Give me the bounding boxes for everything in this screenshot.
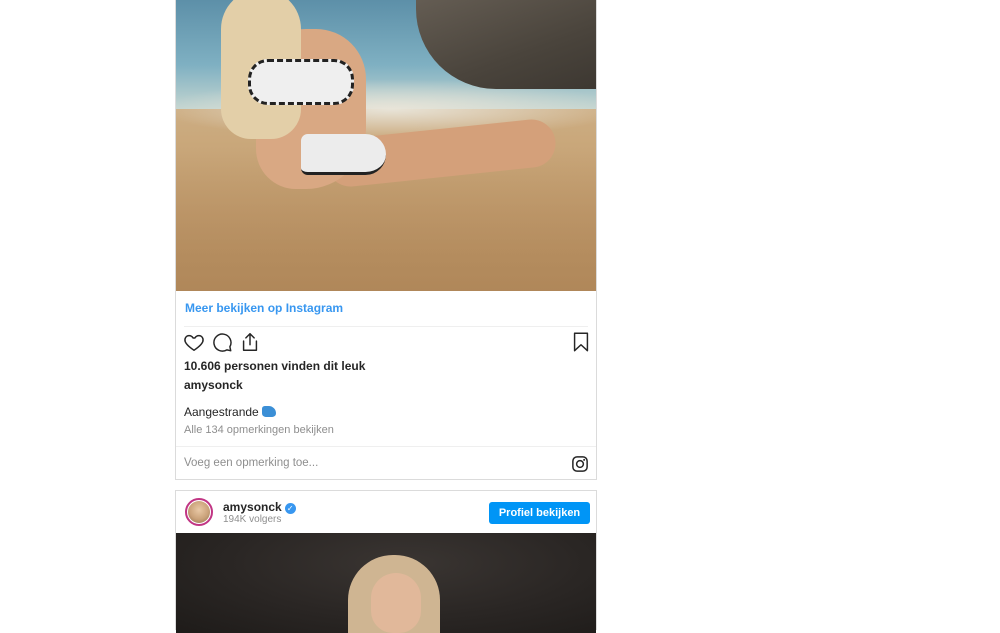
photo-figure-bottom xyxy=(301,134,386,175)
post-photo[interactable] xyxy=(176,533,596,633)
follower-count: 194K volgers xyxy=(223,514,282,525)
photo-figure-top xyxy=(248,59,354,105)
bookmark-icon[interactable] xyxy=(570,331,592,353)
post-username[interactable]: amysonck ✓ xyxy=(223,500,296,514)
avatar[interactable] xyxy=(185,498,213,526)
view-all-comments-link[interactable]: Alle 134 opmerkingen bekijken xyxy=(184,424,334,436)
username-text[interactable]: amysonck xyxy=(223,500,282,514)
post-caption: Aangestrande xyxy=(184,405,276,419)
heart-icon[interactable] xyxy=(183,331,205,353)
instagram-icon[interactable] xyxy=(571,455,589,473)
caption-text: Aangestrande xyxy=(184,405,259,419)
like-count[interactable]: 10.606 personen vinden dit leuk xyxy=(184,359,365,373)
share-icon[interactable] xyxy=(239,331,261,353)
post-username[interactable]: amysonck xyxy=(184,378,243,392)
divider xyxy=(184,326,588,327)
verified-badge-icon: ✓ xyxy=(284,503,296,514)
instagram-embed-post: Meer bekijken op Instagram 10.606 person… xyxy=(175,0,597,480)
whale-emoji-icon xyxy=(261,406,276,417)
post-photo[interactable] xyxy=(176,0,596,291)
divider xyxy=(176,446,596,447)
view-more-on-instagram-link[interactable]: Meer bekijken op Instagram xyxy=(185,301,343,315)
add-comment-field[interactable]: Voeg een opmerking toe... xyxy=(184,457,318,469)
view-profile-button[interactable]: Profiel bekijken xyxy=(489,502,590,524)
instagram-embed-post: amysonck ✓ 194K volgers Profiel bekijken xyxy=(175,490,597,633)
avatar-image xyxy=(188,501,210,523)
photo-figure-face xyxy=(371,573,421,633)
comment-icon[interactable] xyxy=(211,331,233,353)
